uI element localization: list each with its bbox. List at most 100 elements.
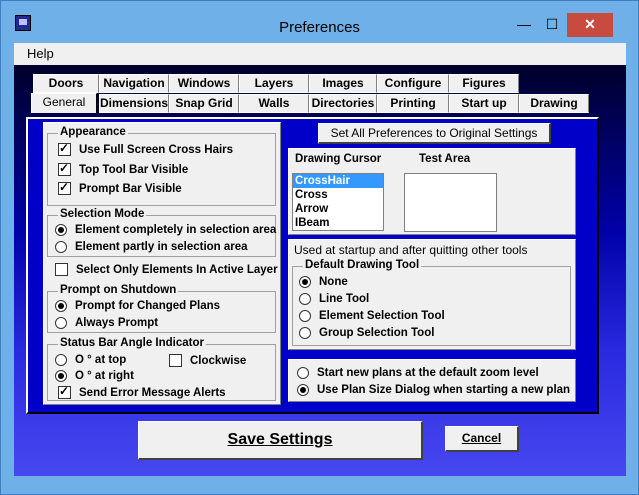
prompt-shutdown-group: Prompt on Shutdown Prompt for Changed Pl…: [47, 284, 276, 333]
drawing-cursor-label: Drawing Cursor: [295, 153, 382, 165]
radio-label: Group Selection Tool: [319, 327, 435, 339]
radio-label: None: [319, 276, 348, 288]
checkbox-label: Top Tool Bar Visible: [79, 163, 189, 176]
checkbox-box[interactable]: [58, 384, 71, 399]
selection-mode-group: Selection Mode Element completely in sel…: [47, 208, 276, 257]
radio-label: O ° at top: [75, 354, 127, 366]
zoom-panel: Start new plans at the default zoom leve…: [288, 359, 576, 402]
prompt-changed-plans-radio[interactable]: Prompt for Changed Plans: [55, 300, 220, 312]
active-layer-only-checkbox[interactable]: Select Only Elements In Active Layer: [55, 263, 278, 276]
reset-preferences-button[interactable]: Set All Preferences to Original Settings: [318, 123, 551, 144]
preferences-window: Preferences — ☐ ✕ Help Doors Navigation …: [0, 0, 639, 495]
test-area-label: Test Area: [419, 153, 471, 165]
menu-bar: Help: [14, 43, 626, 65]
tab-configure[interactable]: Configure: [377, 74, 449, 93]
minimize-button[interactable]: —: [511, 13, 537, 37]
status-bar-angle-title: Status Bar Angle Indicator: [58, 337, 206, 349]
full-screen-crosshairs-checkbox[interactable]: Use Full Screen Cross Hairs: [58, 141, 233, 156]
tab-layers[interactable]: Layers: [239, 74, 309, 93]
radio-dot[interactable]: [55, 370, 67, 382]
radio-label: Element Selection Tool: [319, 310, 445, 322]
close-button[interactable]: ✕: [567, 13, 613, 37]
title-bar: Preferences — ☐ ✕: [1, 1, 638, 41]
tab-general[interactable]: General: [31, 93, 97, 113]
radio-dot[interactable]: [297, 384, 309, 396]
radio-dot[interactable]: [297, 367, 309, 379]
radio-dot[interactable]: [55, 241, 67, 253]
default-tool-title: Default Drawing Tool: [303, 259, 422, 271]
cursor-option-crosshair[interactable]: CrossHair: [293, 174, 383, 188]
selection-mode-title: Selection Mode: [58, 208, 147, 220]
tool-line-radio[interactable]: Line Tool: [299, 293, 369, 305]
checkbox-box[interactable]: [55, 263, 68, 276]
radio-dot[interactable]: [55, 317, 67, 329]
tab-figures[interactable]: Figures: [449, 74, 519, 93]
checkbox-box[interactable]: [58, 161, 71, 176]
tab-walls[interactable]: Walls: [239, 94, 309, 113]
radio-dot[interactable]: [55, 224, 67, 236]
cursor-option-arrow[interactable]: Arrow: [293, 202, 383, 216]
status-bar-angle-group: Status Bar Angle Indicator O ° at top O …: [47, 337, 276, 401]
drawing-cursor-listbox[interactable]: CrossHair Cross Arrow IBeam: [292, 173, 384, 231]
radio-label: Always Prompt: [75, 317, 159, 329]
radio-label: Line Tool: [319, 293, 370, 305]
tab-doors[interactable]: Doors: [33, 74, 99, 93]
radio-dot[interactable]: [299, 310, 311, 322]
test-area-box[interactable]: [404, 173, 497, 232]
radio-label: Element completely in selection area: [75, 224, 277, 236]
radio-label: Use Plan Size Dialog when starting a new…: [317, 384, 571, 396]
cancel-button[interactable]: Cancel: [445, 426, 519, 452]
checkbox-box[interactable]: [58, 141, 71, 156]
element-partly-radio[interactable]: Element partly in selection area: [55, 241, 248, 253]
tab-navigation[interactable]: Navigation: [99, 74, 169, 93]
radio-dot[interactable]: [55, 354, 67, 366]
tab-drawing[interactable]: Drawing: [519, 94, 589, 113]
radio-dot[interactable]: [299, 293, 311, 305]
checkbox-box[interactable]: [169, 354, 182, 367]
menu-help[interactable]: Help: [27, 46, 54, 61]
checkbox-box[interactable]: [58, 180, 71, 195]
plan-size-dialog-radio[interactable]: Use Plan Size Dialog when starting a new…: [297, 384, 570, 396]
cursor-option-cross[interactable]: Cross: [293, 188, 383, 202]
checkbox-label: Send Error Message Alerts: [79, 386, 226, 399]
left-options-panel: Appearance Use Full Screen Cross Hairs T…: [43, 122, 281, 405]
maximize-button[interactable]: ☐: [539, 13, 565, 37]
tab-directories[interactable]: Directories: [309, 94, 377, 113]
radio-dot[interactable]: [299, 276, 311, 288]
element-completely-radio[interactable]: Element completely in selection area: [55, 224, 276, 236]
default-tool-group: Default Drawing Tool None Line Tool Elem…: [292, 259, 571, 346]
angle-at-right-radio[interactable]: O ° at right: [55, 370, 134, 382]
prompt-bar-visible-checkbox[interactable]: Prompt Bar Visible: [58, 180, 182, 195]
tab-snap-grid[interactable]: Snap Grid: [169, 94, 239, 113]
checkbox-label: Select Only Elements In Active Layer: [76, 263, 278, 276]
always-prompt-radio[interactable]: Always Prompt: [55, 317, 158, 329]
save-settings-button[interactable]: Save Settings: [138, 421, 423, 460]
default-tool-panel: Used at startup and after quitting other…: [288, 239, 576, 350]
tool-none-radio[interactable]: None: [299, 276, 348, 288]
tab-images[interactable]: Images: [309, 74, 377, 93]
tab-dimensions[interactable]: Dimensions: [99, 94, 169, 113]
appearance-group: Appearance Use Full Screen Cross Hairs T…: [47, 126, 276, 206]
tab-start-up[interactable]: Start up: [449, 94, 519, 113]
tab-printing[interactable]: Printing: [377, 94, 449, 113]
send-error-alerts-checkbox[interactable]: Send Error Message Alerts: [58, 384, 226, 399]
startup-caption: Used at startup and after quitting other…: [294, 243, 528, 257]
radio-label: Start new plans at the default zoom leve…: [317, 367, 539, 379]
default-zoom-radio[interactable]: Start new plans at the default zoom leve…: [297, 367, 539, 379]
appearance-title: Appearance: [58, 126, 128, 138]
tab-windows[interactable]: Windows: [169, 74, 239, 93]
tool-element-selection-radio[interactable]: Element Selection Tool: [299, 310, 445, 322]
clockwise-checkbox[interactable]: Clockwise: [169, 354, 246, 367]
checkbox-label: Prompt Bar Visible: [79, 182, 182, 195]
radio-label: O ° at right: [75, 370, 134, 382]
tool-group-selection-radio[interactable]: Group Selection Tool: [299, 327, 434, 339]
radio-label: Element partly in selection area: [75, 241, 248, 253]
angle-at-top-radio[interactable]: O ° at top: [55, 354, 126, 366]
radio-dot[interactable]: [55, 300, 67, 312]
cursor-panel: Drawing Cursor Test Area CrossHair Cross…: [288, 148, 576, 235]
radio-dot[interactable]: [299, 327, 311, 339]
cursor-option-ibeam[interactable]: IBeam: [293, 216, 383, 230]
radio-label: Prompt for Changed Plans: [75, 300, 221, 312]
prompt-shutdown-title: Prompt on Shutdown: [58, 284, 179, 296]
top-toolbar-visible-checkbox[interactable]: Top Tool Bar Visible: [58, 161, 189, 176]
